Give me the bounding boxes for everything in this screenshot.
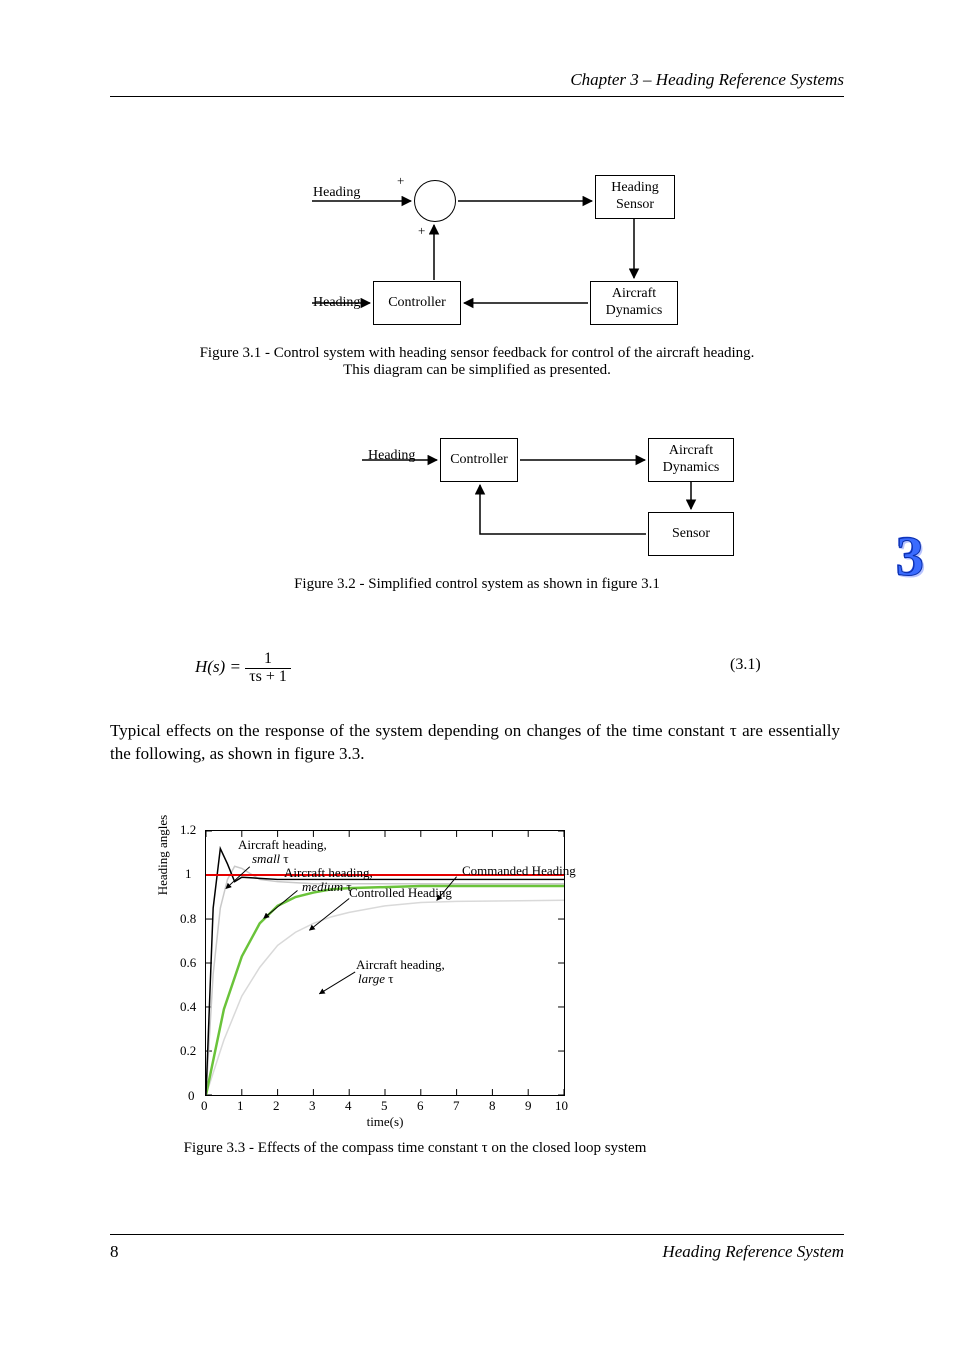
fig2-controller-box: Controller [440, 438, 518, 482]
ytick-0_8: 0.8 [180, 911, 196, 927]
footer-rule [110, 1234, 844, 1235]
fig1-aircraft-label: Aircraft Dynamics [606, 286, 663, 320]
fig1-compass-box: Heading Sensor [595, 175, 675, 219]
fig1-compass-label: Heading Sensor [611, 180, 658, 214]
chart: Commanded Heading Aircraft heading, smal… [205, 830, 565, 1096]
fig1-caption: Figure 3.1 - Control system with heading… [0, 345, 954, 379]
fig2-aircraft-label: Aircraft Dynamics [663, 443, 720, 477]
ytick-1: 1 [185, 866, 192, 882]
equation-lhs: H(s) = [195, 657, 241, 676]
ytick-0: 0 [188, 1088, 195, 1104]
fig1-caption-line1: Figure 3.1 - Control system with heading… [200, 345, 755, 361]
fig1-controller-label: Controller [388, 295, 446, 312]
equation-3-1: H(s) = 1 τs + 1 [195, 651, 291, 686]
header-rule [110, 96, 844, 97]
ytick-1_2: 1.2 [180, 822, 196, 838]
sum-junction [414, 180, 456, 222]
fig2-aircraft-box: Aircraft Dynamics [648, 438, 734, 482]
equation-den: τs + 1 [245, 669, 291, 686]
footer-project-title: Heading Reference System [662, 1242, 844, 1262]
ytick-0_2: 0.2 [180, 1043, 196, 1059]
equation-num: 1 [245, 651, 291, 669]
chart-ylabel: Heading angles [155, 795, 171, 915]
page-number: 8 [110, 1242, 119, 1262]
fig1-input2-label: Heading [313, 295, 360, 311]
figure-3-2: Heading Controller Aircraft Dynamics Sen… [0, 420, 954, 610]
paragraph: Typical effects on the response of the s… [110, 720, 840, 766]
chart-svg [206, 831, 564, 1095]
series-controlled [206, 886, 564, 1095]
fig1-controller-box: Controller [373, 281, 461, 325]
figure3-caption: Figure 3.3 - Effects of the compass time… [145, 1140, 685, 1157]
plus-top: + [397, 173, 404, 189]
ytick-0_6: 0.6 [180, 955, 196, 971]
figure-3-1: Heading Heading + + Heading Sensor Aircr… [0, 145, 954, 375]
fig2-sensor-label: Sensor [672, 526, 710, 543]
series-large-tau [206, 900, 564, 1095]
equation-number: (3.1) [730, 656, 761, 674]
fig2-controller-label: Controller [450, 452, 508, 469]
fig2-caption: Figure 3.2 - Simplified control system a… [0, 576, 954, 593]
fig2-sensor-box: Sensor [648, 512, 734, 556]
header-section-title: Chapter 3 – Heading Reference Systems [570, 70, 844, 90]
ytick-0_4: 0.4 [180, 999, 196, 1015]
fig1-arrows [0, 145, 954, 375]
fig2-input-label: Heading [368, 448, 415, 464]
fig1-caption-line2: This diagram can be simplified as presen… [343, 362, 611, 378]
fig1-aircraft-box: Aircraft Dynamics [590, 281, 678, 325]
page: Chapter 3 – Heading Reference Systems 3 … [0, 0, 954, 1350]
plus-bottom: + [418, 223, 425, 239]
fig1-input1-label: Heading [313, 185, 360, 201]
chart-xlabel: time(s) [205, 1114, 565, 1130]
